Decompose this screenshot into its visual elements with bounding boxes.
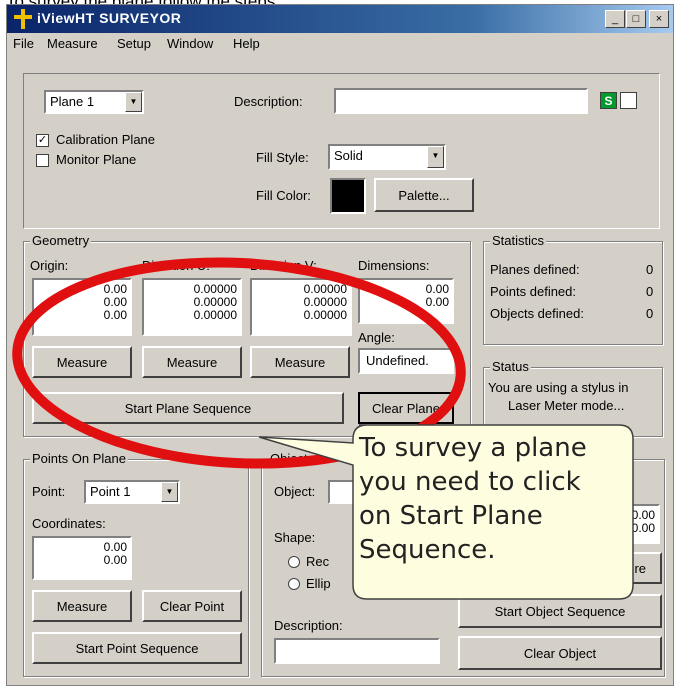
objects-defined-label: Objects defined: <box>490 306 584 321</box>
clear-plane-button[interactable]: Clear Plane <box>358 392 454 424</box>
status-text-line2: Laser Meter mode... <box>508 398 625 413</box>
dir-u-z: 0.00000 <box>193 308 237 322</box>
fill-color-label: Fill Color: <box>256 188 311 203</box>
direction-u-values[interactable]: 0.00000 0.00000 0.00000 <box>142 278 242 336</box>
fill-color-swatch[interactable] <box>330 178 366 214</box>
object-description-label: Description: <box>274 618 343 633</box>
fill-style-label: Fill Style: <box>256 150 309 165</box>
clear-point-button[interactable]: Clear Point <box>142 590 242 622</box>
callout-line4: Sequence. <box>359 535 496 565</box>
shape-ellipse-label: Ellip <box>306 576 331 591</box>
callout-line2: you need to click <box>359 467 581 497</box>
statistics-title: Statistics <box>490 233 547 248</box>
points-group: Points On Plane Point: Point 1 ▼ Coordin… <box>23 451 249 677</box>
callout-line3: on Start Plane <box>359 501 543 531</box>
app-icon <box>14 9 32 29</box>
dir-v-z: 0.00000 <box>303 308 347 322</box>
measure-direction-u-button[interactable]: Measure <box>142 346 242 378</box>
description-input[interactable] <box>334 88 588 114</box>
direction-u-label: Direction U: <box>142 258 210 273</box>
shape-rectangle-radio[interactable] <box>288 556 300 568</box>
status-title: Status <box>490 359 531 374</box>
clear-object-button[interactable]: Clear Object <box>458 636 662 670</box>
measure-direction-v-button[interactable]: Measure <box>250 346 350 378</box>
point-label: Point: <box>32 484 66 499</box>
start-point-sequence-button[interactable]: Start Point Sequence <box>32 632 242 664</box>
maximize-button[interactable]: □ <box>626 10 646 28</box>
blank-badge-icon[interactable] <box>620 92 637 109</box>
app-window: iViewHT SURVEYOR _ □ × File Measure Setu… <box>6 4 674 686</box>
chevron-down-icon: ▼ <box>125 92 142 112</box>
callout-line1: To survey a plane <box>359 433 587 463</box>
coordinates-label: Coordinates: <box>32 516 106 531</box>
status-group: Status You are using a stylus in Laser M… <box>483 359 663 437</box>
minimize-button[interactable]: _ <box>605 10 625 28</box>
dimensions-label: Dimensions: <box>358 258 430 273</box>
menu-measure[interactable]: Measure <box>47 36 98 51</box>
point-coordinates[interactable]: 0.00 0.00 <box>32 536 132 580</box>
measure-origin-button[interactable]: Measure <box>32 346 132 378</box>
point-coord-v: 0.00 <box>103 553 127 567</box>
fill-style-value: Solid <box>334 148 363 163</box>
chevron-down-icon: ▼ <box>161 482 178 502</box>
points-defined-value: 0 <box>646 284 654 299</box>
object-label: Object: <box>274 484 316 499</box>
shape-label: Shape: <box>274 530 316 545</box>
start-plane-sequence-button[interactable]: Start Plane Sequence <box>32 392 344 424</box>
dimension-v: 0.00 <box>425 295 449 309</box>
menu-help[interactable]: Help <box>233 36 260 51</box>
plane-select-value: Plane 1 <box>50 94 95 109</box>
s-badge-icon[interactable]: S <box>600 92 617 109</box>
description-label: Description: <box>234 94 303 109</box>
menu-window[interactable]: Window <box>167 36 213 51</box>
statistics-group: Statistics Planes defined: 0 Points defi… <box>483 233 663 345</box>
objects-defined-value: 0 <box>646 306 654 321</box>
calibration-checkbox[interactable]: ✓ <box>36 134 49 147</box>
points-defined-label: Points defined: <box>490 284 577 299</box>
shape-ellipse-radio[interactable] <box>288 578 300 590</box>
status-text-line1: You are using a stylus in <box>488 380 629 395</box>
point-select-value: Point 1 <box>90 484 131 499</box>
planes-defined-label: Planes defined: <box>490 262 580 277</box>
start-object-sequence-button[interactable]: Start Object Sequence <box>458 594 662 628</box>
geometry-title: Geometry <box>30 233 92 248</box>
shape-rectangle-label: Rec <box>306 554 330 569</box>
origin-values[interactable]: 0.00 0.00 0.00 <box>32 278 132 336</box>
planes-defined-value: 0 <box>646 262 654 277</box>
measure-point-button[interactable]: Measure <box>32 590 132 622</box>
calibration-label: Calibration Plane <box>56 132 156 147</box>
menu-file[interactable]: File <box>13 36 34 51</box>
monitor-label: Monitor Plane <box>56 152 137 167</box>
palette-button[interactable]: Palette... <box>374 178 474 212</box>
direction-v-label: Direction V: <box>250 258 317 273</box>
angle-label: Angle: <box>358 330 395 345</box>
point-select[interactable]: Point 1 ▼ <box>84 480 180 504</box>
points-title: Points On Plane <box>30 451 128 466</box>
angle-value: Undefined. <box>358 348 454 374</box>
origin-z: 0.00 <box>103 308 127 322</box>
chevron-down-icon: ▼ <box>427 146 444 168</box>
plane-select[interactable]: Plane 1 ▼ <box>44 90 144 114</box>
monitor-checkbox[interactable] <box>36 154 49 167</box>
objects-title: Objects O <box>268 451 330 466</box>
plane-panel: Plane 1 ▼ Description: S ✓ Calibration P… <box>23 73 660 229</box>
direction-v-values[interactable]: 0.00000 0.00000 0.00000 <box>250 278 352 336</box>
dimensions-values[interactable]: 0.00 0.00 <box>358 278 454 324</box>
window-title: iViewHT SURVEYOR <box>37 10 182 26</box>
geometry-group: Geometry Origin: Direction U: Direction … <box>23 233 471 437</box>
title-bar[interactable]: iViewHT SURVEYOR _ □ × <box>7 5 673 33</box>
close-button[interactable]: × <box>649 10 669 28</box>
origin-label: Origin: <box>30 258 69 273</box>
fill-style-select[interactable]: Solid ▼ <box>328 144 446 170</box>
menu-bar: File Measure Setup Window Help <box>7 33 673 55</box>
menu-setup[interactable]: Setup <box>117 36 151 51</box>
object-description-input[interactable] <box>274 638 440 664</box>
callout-bubble: To survey a plane you need to click on S… <box>359 431 629 567</box>
